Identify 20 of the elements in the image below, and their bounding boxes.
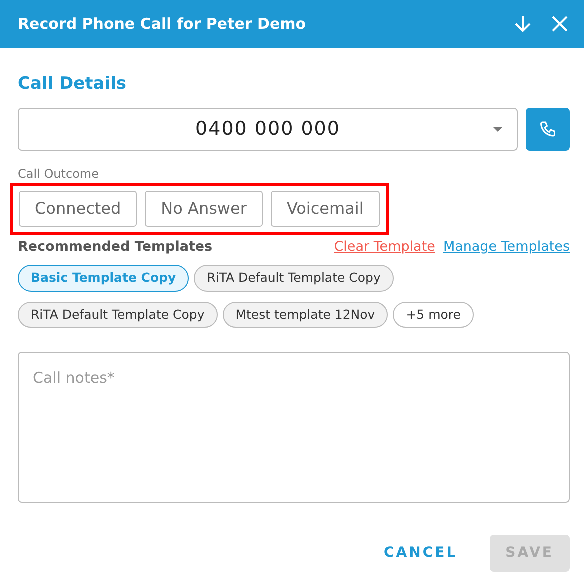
more-chip[interactable]: +5 more [393, 302, 474, 328]
link[interactable]: Clear Template [334, 236, 436, 257]
phone-icon [539, 120, 557, 139]
template-chip[interactable]: RiTA Default Template Copy [18, 302, 218, 328]
field-label: Call Outcome [18, 166, 100, 182]
phone-select[interactable]: 0400 000 000 [18, 108, 518, 150]
phone-call-button[interactable] [526, 108, 570, 150]
template-chip[interactable]: RiTA Default Template Copy [194, 264, 394, 292]
dialog-title: Record Phone Call for Peter Demo [18, 14, 306, 35]
caret-icon [493, 126, 503, 132]
outcome-option[interactable]: Voicemail [270, 190, 380, 226]
template-chip[interactable]: Basic Template Copy [18, 264, 190, 292]
outcome-option[interactable]: No Answer [145, 190, 263, 226]
section-title: Call Details [18, 73, 128, 96]
notes-field[interactable]: Call notes* [18, 352, 570, 504]
outcome-option[interactable]: Connected [19, 190, 138, 226]
dialog-button[interactable]: CANCEL [368, 535, 474, 572]
template-chip[interactable]: Mtest template 12Nov [222, 302, 388, 328]
section-label: Recommended Templates [18, 238, 213, 256]
link[interactable]: Manage Templates [443, 236, 570, 257]
